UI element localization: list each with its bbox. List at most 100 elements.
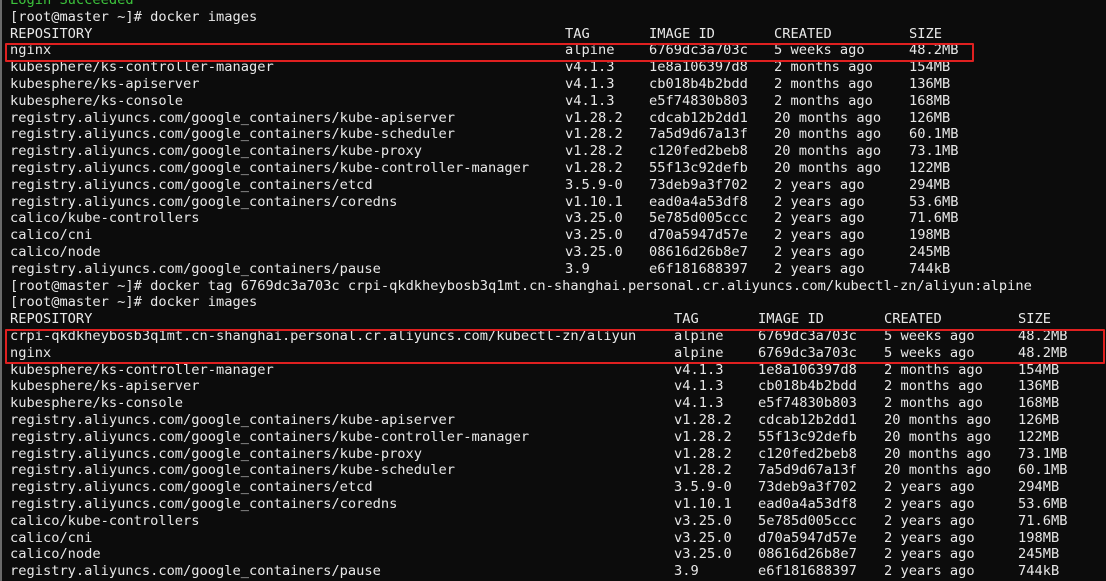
cell-image-id: e5f74830b803 (649, 92, 748, 109)
cell-created: 2 months ago (774, 76, 873, 92)
cell-tag: 3.9 (565, 260, 590, 277)
cell-created: 2 months ago (774, 59, 873, 76)
cell-size: 71.6MB (909, 210, 959, 227)
cell-repository: registry.aliyuncs.com/google_containers/… (10, 445, 423, 462)
cell-size: 198MB (1018, 529, 1060, 546)
cell-tag: v4.1.3 (565, 59, 615, 76)
cell-tag: v1.28.2 (565, 143, 623, 160)
cell-image-id: 1e8a106397d8 (758, 361, 857, 378)
cell-size: 60.1MB (909, 126, 959, 143)
cell-tag: v3.25.0 (674, 546, 732, 563)
cell-tag: v4.1.3 (674, 378, 724, 395)
cell-repository: kubesphere/ks-apiserver (10, 378, 200, 395)
cell-image-id: cdcab12b2dd1 (758, 412, 857, 428)
cell-created: 2 years ago (884, 496, 975, 512)
cell-repository: registry.aliyuncs.com/google_containers/… (10, 462, 455, 479)
command-line: [root@master ~]# docker tag 6769dc3a703c… (10, 278, 1032, 295)
cell-created: 20 months ago (774, 160, 882, 176)
cell-size: 294MB (1018, 479, 1060, 496)
cell-repository: registry.aliyuncs.com/google_containers/… (10, 193, 398, 210)
cell-image-id: 73deb9a3f702 (649, 176, 748, 193)
cell-created: 2 years ago (884, 529, 975, 546)
login-status-text: Login Succeeded (10, 0, 134, 8)
command-line: [root@master ~]# docker images (10, 9, 257, 26)
cell-created: 20 months ago (884, 445, 992, 462)
cell-size: 136MB (1018, 378, 1060, 395)
cell-repository: registry.aliyuncs.com/google_containers/… (10, 109, 455, 126)
command-line: [root@master ~]# docker images (10, 294, 257, 311)
cell-size: 744kB (1018, 563, 1060, 580)
login-status-line: Login Succeeded (10, 0, 134, 9)
cell-image-id: 55f13c92defb (758, 428, 857, 445)
cell-repository: registry.aliyuncs.com/google_containers/… (10, 176, 373, 193)
cell-created: 2 years ago (774, 176, 865, 193)
cell-size: 154MB (909, 59, 951, 76)
cell-image-id: 08616d26b8e7 (758, 546, 857, 563)
cell-repository: calico/cni (10, 529, 93, 546)
cell-repository: kubesphere/ks-apiserver (10, 76, 200, 92)
cell-repository: registry.aliyuncs.com/google_containers/… (10, 160, 530, 176)
cell-size: 245MB (1018, 546, 1060, 563)
cell-image-id: ead0a4a53df8 (649, 193, 748, 210)
header-created: CREATED (774, 25, 832, 42)
shell-command: docker images (150, 294, 258, 311)
cell-repository: kubesphere/ks-console (10, 395, 184, 412)
cell-size: 126MB (1018, 412, 1060, 428)
cell-image-id: c120fed2beb8 (649, 143, 748, 160)
cell-tag: 3.9 (674, 563, 699, 580)
cell-size: 154MB (1018, 361, 1060, 378)
cell-tag: v3.25.0 (565, 227, 623, 244)
cell-tag: v3.25.0 (565, 244, 623, 260)
cell-size: 122MB (1018, 428, 1060, 445)
cell-tag: v4.1.3 (565, 92, 615, 109)
cell-repository: calico/node (10, 244, 101, 260)
cell-tag: v1.28.2 (674, 428, 732, 445)
cell-repository: registry.aliyuncs.com/google_containers/… (10, 412, 455, 428)
cell-image-id: cb018b4b2bdd (649, 76, 748, 92)
cell-size: 245MB (909, 244, 951, 260)
cell-tag: v3.25.0 (674, 512, 732, 529)
header-size: SIZE (1018, 311, 1051, 328)
cell-image-id: ead0a4a53df8 (758, 496, 857, 512)
cell-created: 2 months ago (884, 378, 983, 395)
cell-image-id: 7a5d9d67a13f (649, 126, 748, 143)
cell-image-id: e6f181688397 (649, 260, 748, 277)
cell-size: 136MB (909, 76, 951, 92)
cell-tag: 3.5.9-0 (674, 479, 732, 496)
cell-created: 2 years ago (884, 479, 975, 496)
cell-created: 2 months ago (884, 395, 983, 412)
cell-tag: v1.28.2 (565, 126, 623, 143)
cell-tag: v4.1.3 (565, 76, 615, 92)
cell-created: 2 years ago (774, 260, 865, 277)
highlight-box-nginx (5, 42, 974, 62)
cell-created: 20 months ago (774, 109, 882, 126)
cell-repository: calico/kube-controllers (10, 210, 200, 227)
cell-image-id: 7a5d9d67a13f (758, 462, 857, 479)
cell-image-id: 5e785d005ccc (649, 210, 748, 227)
cell-image-id: e5f74830b803 (758, 395, 857, 412)
header-image-id: IMAGE ID (649, 25, 715, 42)
cell-image-id: cdcab12b2dd1 (649, 109, 748, 126)
cell-created: 20 months ago (884, 428, 992, 445)
cell-size: 71.6MB (1018, 512, 1068, 529)
header-tag: TAG (674, 311, 699, 328)
shell-prompt: [root@master ~]# (10, 8, 142, 25)
cell-size: 73.1MB (1018, 445, 1068, 462)
cell-size: 168MB (1018, 395, 1060, 412)
cell-image-id: 08616d26b8e7 (649, 244, 748, 260)
cell-created: 2 years ago (774, 244, 865, 260)
cell-size: 126MB (909, 109, 951, 126)
cell-created: 2 years ago (884, 546, 975, 563)
cell-created: 2 months ago (884, 361, 983, 378)
cell-tag: v3.25.0 (565, 210, 623, 227)
cell-size: 198MB (909, 227, 951, 244)
cell-image-id: e6f181688397 (758, 563, 857, 580)
terminal-window[interactable]: Login Succeeded [root@master ~]# docker i… (0, 0, 1106, 581)
shell-prompt: [root@master ~]# (10, 277, 142, 294)
cell-repository: kubesphere/ks-controller-manager (10, 59, 274, 76)
cell-created: 2 years ago (884, 512, 975, 529)
shell-prompt: [root@master ~]# (10, 294, 142, 311)
header-tag: TAG (565, 25, 590, 42)
shell-command: docker images (150, 8, 258, 25)
cell-tag: v1.28.2 (565, 109, 623, 126)
